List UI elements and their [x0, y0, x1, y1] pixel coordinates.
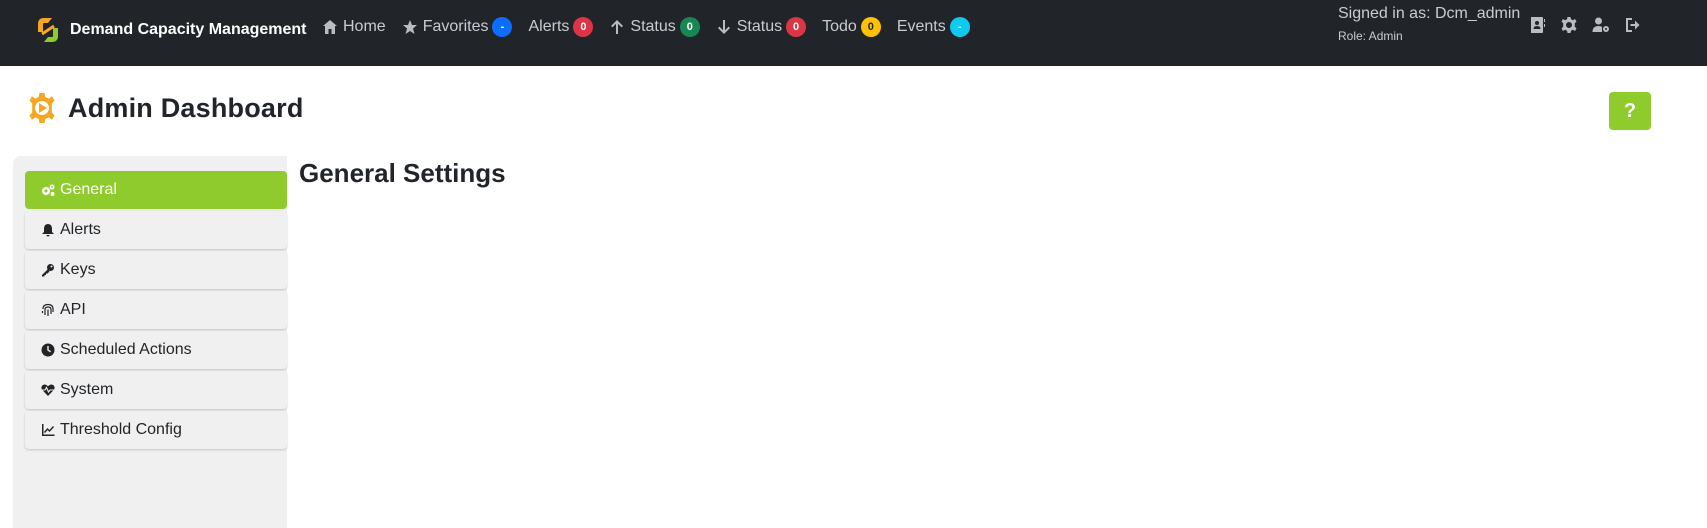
chart-line-icon	[42, 424, 55, 436]
sign-out-icon[interactable]	[1624, 16, 1642, 34]
sidebar-item-label: General	[60, 181, 117, 198]
page-header: Admin Dashboard	[26, 92, 304, 124]
top-icon-bar	[1528, 16, 1656, 34]
sidebar-item-label: System	[60, 381, 114, 398]
sidebar-item-label: API	[60, 301, 86, 318]
status-up-badge: 0	[679, 17, 700, 37]
nav-home[interactable]: Home	[322, 18, 386, 36]
nav-home-label: Home	[343, 18, 386, 35]
events-badge: -	[949, 17, 970, 37]
sidebar-item-general[interactable]: General	[25, 171, 287, 209]
nav-events-label: Events	[896, 18, 946, 35]
sidebar-item-api[interactable]: API	[25, 291, 287, 329]
todo-badge: 0	[860, 17, 881, 37]
sidebar-item-label: Scheduled Actions	[60, 341, 192, 358]
key-icon	[42, 264, 54, 277]
gear-icon[interactable]	[1560, 16, 1578, 34]
nav-status-down-label: Status	[736, 18, 783, 35]
nav-events[interactable]: Events -	[897, 17, 970, 37]
nav-todo[interactable]: Todo 0	[822, 17, 881, 37]
sidebar-item-label: Alerts	[60, 221, 101, 238]
dashboard-gear-logo-icon	[29, 93, 55, 123]
arrow-down-icon	[717, 20, 730, 34]
app-title: Demand Capacity Management	[70, 21, 307, 38]
fingerprint-icon	[41, 303, 54, 316]
nav-favorites-label: Favorites	[422, 18, 489, 35]
status-down-badge: 0	[786, 17, 807, 37]
sidebar-item-keys[interactable]: Keys	[25, 251, 287, 289]
arrow-up-icon	[611, 20, 624, 34]
home-icon	[323, 20, 337, 34]
sidebar-item-scheduled-actions[interactable]: Scheduled Actions	[25, 331, 287, 369]
nav-alerts-label: Alerts	[528, 18, 570, 35]
nav-status-up-label: Status	[630, 18, 676, 35]
sidebar-item-threshold-config[interactable]: Threshold Config	[25, 411, 287, 449]
nav-favorites[interactable]: Favorites -	[402, 17, 513, 37]
address-book-icon[interactable]	[1528, 16, 1546, 34]
sidebar-item-label: Keys	[60, 261, 96, 278]
sidebar-item-system[interactable]: System	[25, 371, 287, 409]
brand-logo-icon	[38, 18, 58, 42]
gears-icon	[42, 184, 55, 196]
alerts-badge: 0	[573, 17, 594, 37]
sidebar: General Alerts Keys API Scheduled Action…	[13, 156, 287, 528]
nav-todo-label: Todo	[822, 18, 857, 35]
nav-status-down[interactable]: Status 0	[716, 17, 807, 37]
role-text: Role: Admin	[1338, 29, 1403, 43]
heart-pulse-icon	[41, 384, 55, 396]
content-title: General Settings	[299, 158, 506, 188]
favorites-badge: -	[492, 17, 513, 37]
user-gear-icon[interactable]	[1592, 16, 1610, 34]
nav-status-up[interactable]: Status 0	[609, 17, 700, 37]
help-button[interactable]: ?	[1609, 92, 1651, 130]
bell-icon	[42, 224, 54, 237]
user-info: Signed in as: Dcm_admin Role: Admin	[1338, 5, 1520, 43]
brand[interactable]: Demand Capacity Management	[32, 12, 307, 48]
nav-links: Home Favorites - Alerts 0 Status 0 Statu…	[322, 14, 986, 40]
star-icon	[402, 20, 417, 34]
page-title: Admin Dashboard	[68, 92, 304, 123]
top-navbar: Demand Capacity Management Home Favorite…	[0, 0, 1707, 66]
sidebar-item-label: Threshold Config	[60, 421, 182, 438]
signed-in-text: Signed in as: Dcm_admin	[1338, 5, 1521, 22]
nav-alerts[interactable]: Alerts 0	[528, 17, 594, 37]
sidebar-item-alerts[interactable]: Alerts	[25, 211, 287, 249]
clock-icon	[41, 343, 55, 357]
